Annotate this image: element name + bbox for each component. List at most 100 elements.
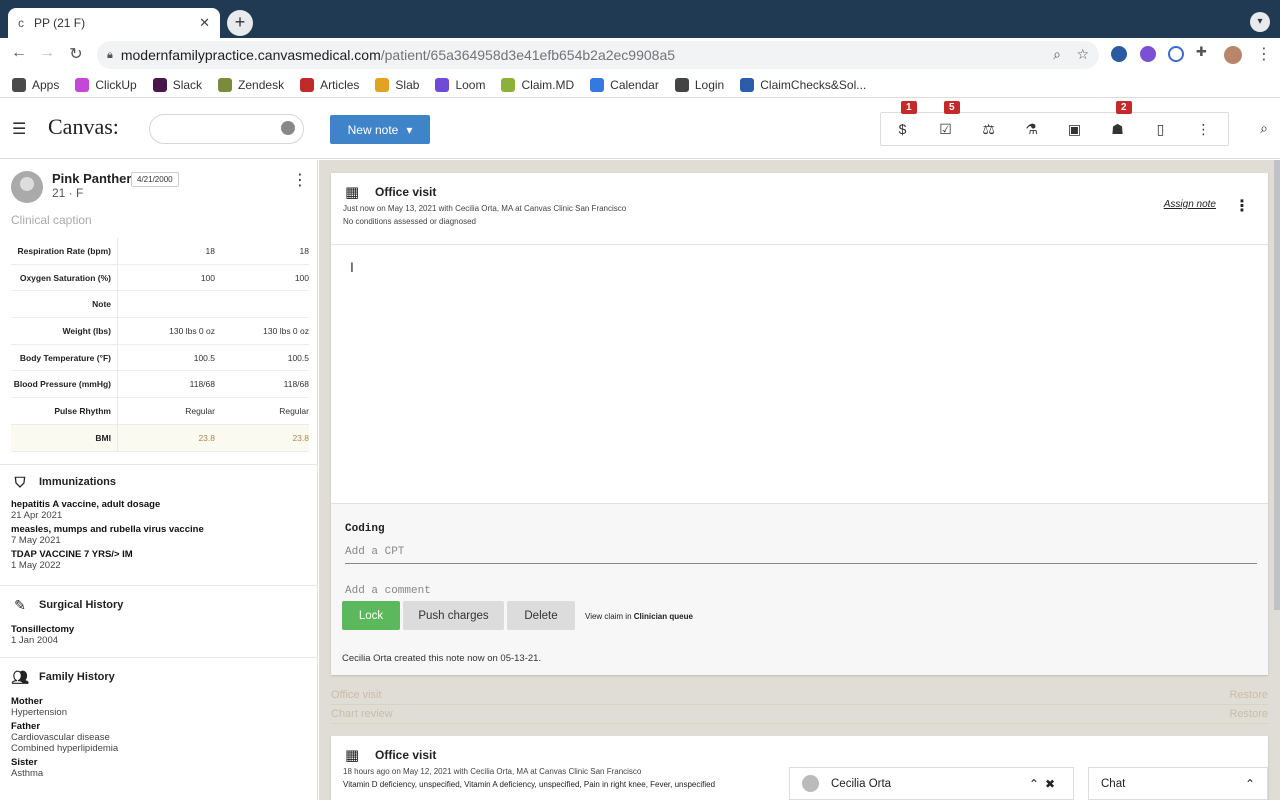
vital-label: Note <box>11 291 118 318</box>
tasks-icon[interactable]: ☑ 5 <box>924 100 967 138</box>
avatar[interactable] <box>1224 46 1242 64</box>
list-item[interactable]: measles, mumps and rubella virus vaccine… <box>0 524 317 546</box>
immunizations-header[interactable]: ⛉ Immunizations <box>0 465 317 499</box>
extension-icon[interactable] <box>1111 46 1127 62</box>
chat-window-bar[interactable]: Cecilia Orta ⌃✖ <box>789 767 1074 800</box>
document-icon[interactable]: ▯ <box>1139 121 1182 138</box>
vital-value: 100 <box>294 272 309 283</box>
note-meta: 18 hours ago on May 12, 2021 with Cecili… <box>343 767 642 776</box>
reload-icon[interactable]: ↻ <box>66 44 86 64</box>
bookmark-item[interactable]: Calendar <box>590 77 659 92</box>
bookmark-label: Loom <box>455 77 486 92</box>
bookmark-star-icon[interactable]: ☆ <box>1076 46 1089 63</box>
billing-icon[interactable]: $1 <box>881 101 924 137</box>
restore-link[interactable]: Restore <box>1229 708 1268 720</box>
back-icon[interactable]: ← <box>9 44 29 62</box>
vital-value: 130 lbs 0 oz <box>263 325 309 336</box>
vitals-row: Oxygen Saturation (%) 100 100 <box>11 264 309 292</box>
extensions-puzzle-icon[interactable]: ✚ <box>1196 44 1212 60</box>
close-icon[interactable]: ✖ <box>1045 777 1061 791</box>
bookmark-favicon-icon <box>501 77 516 92</box>
extension-icon[interactable] <box>1140 46 1156 62</box>
address-bar[interactable]: 🔒︎ modernfamilypractice.canvasmedical.co… <box>97 41 1099 69</box>
patient-search-input[interactable] <box>149 114 304 144</box>
view-claim-text: View claim in Clinician queue <box>585 612 693 621</box>
bookmark-item[interactable]: Slab <box>375 77 419 92</box>
patient-menu-icon[interactable]: ⋮ <box>292 170 308 190</box>
surgical-history-header[interactable]: ✎ Surgical History <box>0 586 317 624</box>
bookmark-item[interactable]: Articles <box>300 77 359 92</box>
new-note-button[interactable]: New note ▾ <box>330 115 430 144</box>
canvas-logo[interactable]: Canvas: <box>48 114 119 140</box>
bookmark-item[interactable]: ClaimChecks&Sol... <box>740 77 866 92</box>
search-icon[interactable]: ⌕ <box>1260 120 1268 137</box>
bookmark-item[interactable]: ClickUp <box>75 77 137 92</box>
bookmark-label: ClickUp <box>95 77 137 92</box>
bookmark-item[interactable]: Slack <box>152 77 203 92</box>
bookmark-item[interactable]: Zendesk <box>218 77 284 92</box>
tab-title: PP (21 F) <box>34 16 86 30</box>
scale-icon[interactable]: ⚖ <box>967 121 1010 138</box>
scale-icon-glyph: ⚖ <box>982 120 995 137</box>
scrollbar[interactable] <box>1274 160 1280 610</box>
bookmark-item[interactable]: Loom <box>435 77 486 92</box>
push-charges-button[interactable]: Push charges <box>403 601 504 630</box>
family-history-header[interactable]: 👥︎ Family History <box>0 658 317 696</box>
chat-bar[interactable]: Chat ⌃ <box>1088 767 1268 800</box>
person-icon[interactable]: ☗ 2 <box>1096 100 1139 138</box>
add-cpt-input[interactable]: Add a CPT <box>345 540 1257 564</box>
bookmark-label: Slack <box>172 77 203 92</box>
vitals-row: Pulse Rhythm Regular Regular <box>11 398 309 425</box>
clinician-queue-link[interactable]: Clinician queue <box>634 612 693 621</box>
lock-icon: 🔒︎ <box>107 48 113 61</box>
more-icon[interactable]: ⋮ <box>1182 121 1225 138</box>
bookmark-item[interactable]: Apps <box>12 77 59 92</box>
clinical-caption-input[interactable]: Clinical caption <box>11 213 92 227</box>
list-item[interactable]: Mother Hypertension <box>0 696 317 718</box>
patient-age-sex: 21 · F <box>52 186 84 200</box>
bookmark-favicon-icon <box>740 77 755 92</box>
more-icon-glyph: ⋮ <box>1196 120 1211 137</box>
bookmark-item[interactable]: Login <box>674 77 724 92</box>
item-detail: 21 Apr 2021 <box>11 510 63 521</box>
assign-note-link[interactable]: Assign note <box>1164 199 1216 210</box>
chevron-up-icon[interactable]: ⌃ <box>1245 777 1255 791</box>
list-item[interactable]: Tonsillectomy 1 Jan 2004 <box>0 624 317 646</box>
list-item[interactable]: hepatitis A vaccine, adult dosage 21 Apr … <box>0 499 317 521</box>
chevron-up-icon[interactable]: ⌃ <box>1029 777 1045 791</box>
bookmark-favicon-icon <box>75 77 90 92</box>
avatar <box>802 775 819 792</box>
item-title: Tonsillectomy <box>11 624 75 635</box>
list-item[interactable]: Combined hyperlipidemia <box>0 743 317 754</box>
chat-controls[interactable]: ⌃✖ <box>1029 777 1061 791</box>
immunizations-section: ⛉ Immunizations hepatitis A vaccine, adul… <box>0 464 317 574</box>
item-title: TDAP VACCINE 7 YRS/> IM <box>11 549 133 560</box>
delete-button[interactable]: Delete <box>507 601 575 630</box>
patient-name[interactable]: Pink Panther <box>52 171 131 186</box>
hamburger-menu-icon[interactable]: ☰ <box>12 119 26 139</box>
bookmark-item[interactable]: Claim.MD <box>501 77 574 92</box>
image-icon[interactable]: ▣ <box>1053 121 1096 138</box>
zoom-icon[interactable]: ⌕ <box>1053 46 1061 63</box>
item-title: Mother <box>11 696 43 707</box>
note-menu-icon[interactable]: ⋮ <box>1234 196 1250 216</box>
browser-tab[interactable]: c PP (21 F) ✕ <box>8 8 220 38</box>
list-item[interactable]: Father Cardiovascular disease <box>0 721 317 743</box>
tab-search-icon[interactable]: ▾ <box>1250 12 1270 32</box>
restore-link[interactable]: Restore <box>1229 689 1268 701</box>
item-detail: 1 Jan 2004 <box>11 635 59 646</box>
lab-icon[interactable]: ⚗ <box>1010 121 1053 138</box>
note-body-editor[interactable] <box>331 245 1268 503</box>
vitals-row: Weight (lbs) 130 lbs 0 oz 130 lbs 0 oz <box>11 318 309 345</box>
list-item[interactable]: TDAP VACCINE 7 YRS/> IM 1 May 2022 <box>0 549 317 571</box>
new-tab-button[interactable]: + <box>227 10 253 36</box>
list-item[interactable]: Sister Asthma <box>0 757 317 779</box>
lock-button[interactable]: Lock <box>342 601 400 630</box>
vital-value: Regular <box>279 405 309 416</box>
forward-icon[interactable]: → <box>37 44 57 62</box>
close-tab-icon[interactable]: ✕ <box>199 15 210 31</box>
comment-input[interactable]: Add a comment <box>345 579 1257 603</box>
item-detail: Asthma <box>11 768 44 779</box>
password-manager-icon[interactable] <box>1168 46 1184 62</box>
browser-menu-icon[interactable]: ⋮ <box>1254 44 1274 64</box>
